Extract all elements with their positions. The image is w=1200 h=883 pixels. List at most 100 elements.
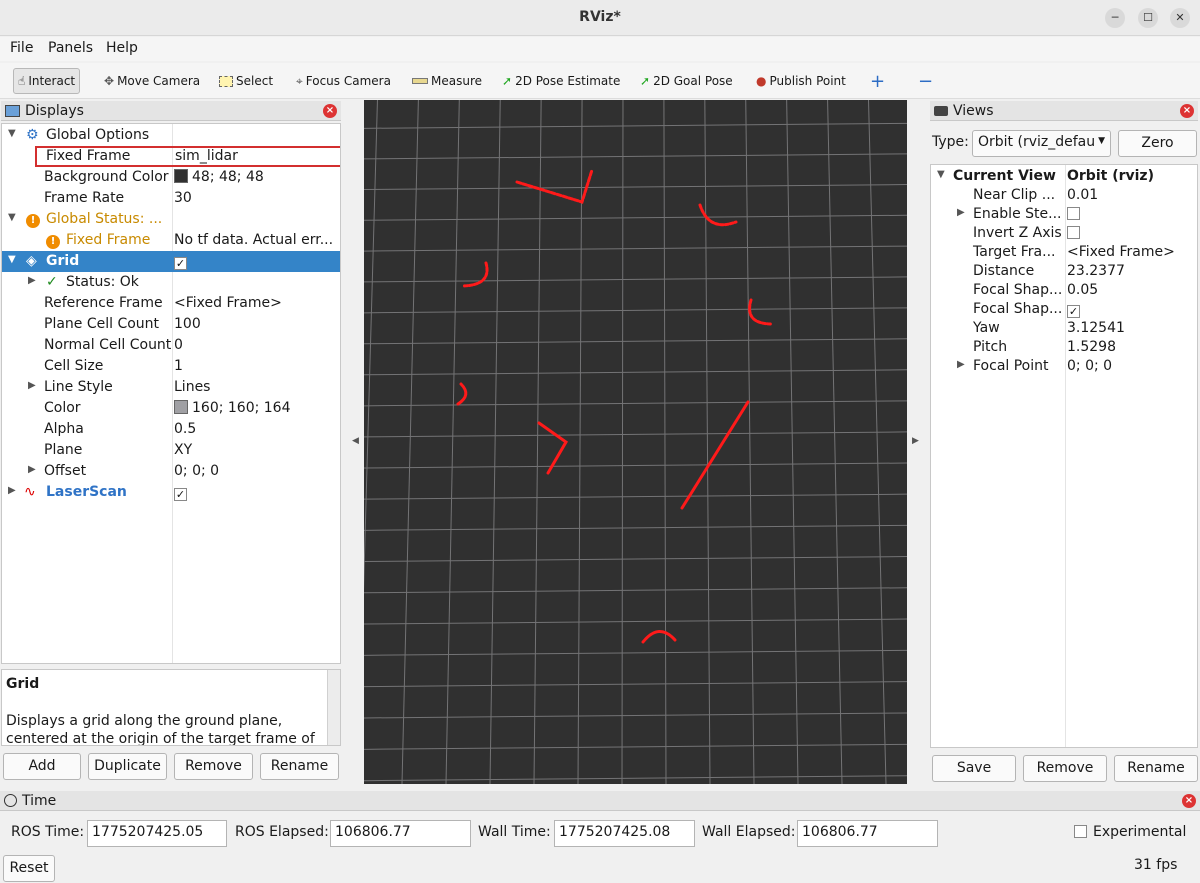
grid-and-scan-svg[interactable]	[364, 100, 907, 784]
frame-rate-value[interactable]: 30	[174, 190, 338, 206]
reset-button[interactable]: Reset	[3, 855, 55, 882]
collapse-left-arrow-icon[interactable]: ◀	[352, 436, 359, 446]
focus-camera-tool-button[interactable]: ⌖ Focus Camera	[292, 68, 395, 94]
publish-point-tool-button[interactable]: ● Publish Point	[752, 68, 850, 94]
tree-row-normal-cell-count[interactable]: Normal Cell Count 0	[2, 335, 340, 356]
minimize-icon[interactable]: ─	[1105, 8, 1125, 28]
focal-shape-size-value[interactable]: 0.05	[1067, 282, 1195, 298]
tree-row-plane-cell-count[interactable]: Plane Cell Count 100	[2, 314, 340, 335]
tree-row-global-options[interactable]: ▼ ⚙ Global Options	[2, 125, 340, 146]
close-displays-icon[interactable]: ×	[323, 104, 337, 118]
wall-elapsed-field[interactable]: 106806.77	[797, 820, 938, 847]
close-views-icon[interactable]: ×	[1180, 104, 1194, 118]
goal-pose-tool-button[interactable]: ➚ 2D Goal Pose	[636, 68, 737, 94]
tree-row-reference-frame[interactable]: Reference Frame <Fixed Frame>	[2, 293, 340, 314]
description-scrollbar[interactable]	[327, 670, 340, 745]
interact-tool-button[interactable]: ☝ Interact	[13, 68, 81, 94]
tree-row-status[interactable]: ▶ ✓ Status: Ok	[2, 272, 340, 293]
collapsed-arrow-icon[interactable]: ▶	[8, 485, 16, 496]
render-viewport[interactable]	[364, 100, 907, 784]
tree-row-laserscan[interactable]: ▶ ∿ LaserScan ✓	[2, 482, 340, 503]
collapsed-arrow-icon[interactable]: ▶	[28, 275, 36, 286]
ros-time-field[interactable]: 1775207425.05	[87, 820, 227, 847]
collapsed-arrow-icon[interactable]: ▶	[28, 380, 36, 391]
grid-enabled-checkbox[interactable]: ✓	[174, 253, 338, 270]
bg-color-value-cell[interactable]: 48; 48; 48	[174, 169, 338, 185]
measure-tool-button[interactable]: Measure	[408, 68, 486, 94]
tree-row-fixed-frame[interactable]: Fixed Frame sim_lidar	[35, 146, 340, 167]
select-tool-button[interactable]: Select	[215, 68, 277, 94]
experimental-checkbox[interactable]	[1074, 825, 1087, 838]
expand-arrow-icon[interactable]: ▼	[937, 169, 945, 180]
view-row-pitch[interactable]: Pitch 1.5298	[931, 337, 1197, 358]
view-row-yaw[interactable]: Yaw 3.12541	[931, 318, 1197, 339]
wall-time-field[interactable]: 1775207425.08	[554, 820, 695, 847]
view-row-target-frame[interactable]: Target Fra... <Fixed Frame>	[931, 242, 1197, 263]
ref-frame-value[interactable]: <Fixed Frame>	[174, 295, 338, 311]
remove-tool-icon[interactable]: −	[914, 68, 937, 94]
view-row-current-view[interactable]: ▼ Current View Orbit (rviz)	[931, 166, 1197, 187]
ros-elapsed-field[interactable]: 106806.77	[330, 820, 471, 847]
view-type-select[interactable]: Orbit (rviz_defau ▼	[972, 130, 1111, 157]
remove-display-button[interactable]: Remove	[174, 753, 253, 780]
tree-row-grid[interactable]: ▼ ◈ Grid ✓	[2, 251, 340, 272]
view-row-near-clip[interactable]: Near Clip ... 0.01	[931, 185, 1197, 206]
view-row-enable-stereo[interactable]: ▶ Enable Ste...	[931, 204, 1197, 225]
add-tool-icon[interactable]: +	[866, 68, 889, 94]
collapse-right-arrow-icon[interactable]: ▶	[912, 436, 919, 446]
add-display-button[interactable]: Add	[3, 753, 81, 780]
invert-z-checkbox[interactable]	[1067, 225, 1195, 241]
laserscan-enabled-checkbox[interactable]: ✓	[174, 484, 338, 501]
plane-cell-value[interactable]: 100	[174, 316, 338, 332]
duplicate-display-button[interactable]: Duplicate	[88, 753, 167, 780]
collapsed-arrow-icon[interactable]: ▶	[957, 359, 965, 370]
view-row-invert-z[interactable]: Invert Z Axis	[931, 223, 1197, 244]
pose-estimate-tool-button[interactable]: ➚ 2D Pose Estimate	[498, 68, 624, 94]
tree-row-line-style[interactable]: ▶ Line Style Lines	[2, 377, 340, 398]
view-row-focal-shape-fixed[interactable]: Focal Shap... ✓	[931, 299, 1197, 320]
focal-point-value[interactable]: 0; 0; 0	[1067, 358, 1195, 374]
focal-shape-fixed-checkbox[interactable]: ✓	[1067, 301, 1195, 318]
near-clip-value[interactable]: 0.01	[1067, 187, 1195, 203]
collapsed-arrow-icon[interactable]: ▶	[957, 207, 965, 218]
alpha-value[interactable]: 0.5	[174, 421, 338, 437]
rename-display-button[interactable]: Rename	[260, 753, 339, 780]
tree-row-color[interactable]: Color 160; 160; 164	[2, 398, 340, 419]
remove-view-button[interactable]: Remove	[1023, 755, 1107, 782]
tree-row-offset[interactable]: ▶ Offset 0; 0; 0	[2, 461, 340, 482]
menu-help[interactable]: Help	[106, 40, 138, 56]
target-frame-value[interactable]: <Fixed Frame>	[1067, 244, 1195, 260]
expand-arrow-icon[interactable]: ▼	[8, 128, 16, 139]
normal-cell-value[interactable]: 0	[174, 337, 338, 353]
offset-value[interactable]: 0; 0; 0	[174, 463, 338, 479]
tree-row-cell-size[interactable]: Cell Size 1	[2, 356, 340, 377]
expand-arrow-icon[interactable]: ▼	[8, 212, 16, 223]
distance-value[interactable]: 23.2377	[1067, 263, 1195, 279]
yaw-value[interactable]: 3.12541	[1067, 320, 1195, 336]
fixed-frame-value[interactable]: sim_lidar	[175, 148, 339, 164]
save-view-button[interactable]: Save	[932, 755, 1016, 782]
tree-row-global-status[interactable]: ▼ ! Global Status: ...	[2, 209, 340, 230]
expand-arrow-icon[interactable]: ▼	[8, 254, 16, 265]
tree-row-plane[interactable]: Plane XY	[2, 440, 340, 461]
tree-row-frame-rate[interactable]: Frame Rate 30	[2, 188, 340, 209]
rename-view-button[interactable]: Rename	[1114, 755, 1198, 782]
view-row-distance[interactable]: Distance 23.2377	[931, 261, 1197, 282]
close-window-icon[interactable]: ✕	[1170, 8, 1190, 28]
line-style-value[interactable]: Lines	[174, 379, 338, 395]
menu-file[interactable]: File	[10, 40, 33, 56]
tree-row-gs-fixed-frame[interactable]: ! Fixed Frame No tf data. Actual err...	[2, 230, 340, 251]
cell-size-value[interactable]: 1	[174, 358, 338, 374]
tree-row-background-color[interactable]: Background Color 48; 48; 48	[2, 167, 340, 188]
collapsed-arrow-icon[interactable]: ▶	[28, 464, 36, 475]
view-row-focal-shape-size[interactable]: Focal Shap... 0.05	[931, 280, 1197, 301]
maximize-icon[interactable]: ☐	[1138, 8, 1158, 28]
color-value-cell[interactable]: 160; 160; 164	[174, 400, 338, 416]
move-camera-tool-button[interactable]: ✥ Move Camera	[100, 68, 204, 94]
zero-button[interactable]: Zero	[1118, 130, 1197, 157]
pitch-value[interactable]: 1.5298	[1067, 339, 1195, 355]
view-row-focal-point[interactable]: ▶ Focal Point 0; 0; 0	[931, 356, 1197, 377]
close-time-icon[interactable]: ×	[1182, 794, 1196, 808]
enable-stereo-checkbox[interactable]	[1067, 206, 1195, 222]
menu-panels[interactable]: Panels	[48, 40, 93, 56]
